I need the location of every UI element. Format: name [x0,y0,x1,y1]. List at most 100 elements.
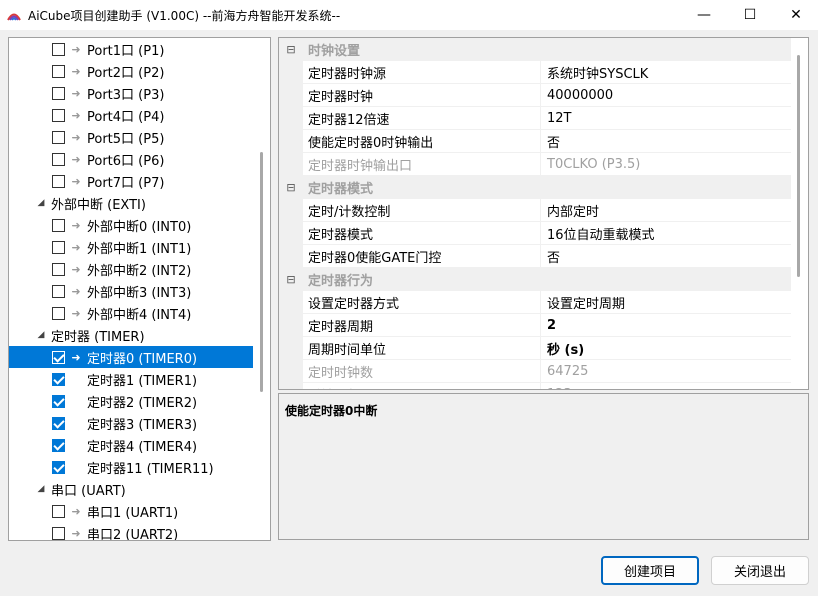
tree-item[interactable]: ➜ Port2口 (P2) [9,60,254,82]
tree-item-label: 定时器1 (TIMER1) [87,373,198,389]
minimize-button[interactable]: — [681,0,727,30]
property-value[interactable]: 16位自动重载模式 [541,222,791,245]
tree-item[interactable]: ◢ 串口 (UART) [9,478,254,500]
checkbox[interactable] [52,152,65,166]
checkbox[interactable] [52,438,65,452]
checkbox[interactable] [52,218,65,232]
tree-item[interactable]: ➜ Port7口 (P7) [9,170,254,192]
property-row[interactable]: 定时器时钟源 系统时钟SYSCLK [279,61,791,84]
property-grid[interactable]: ⊟ 时钟设置 定时器时钟源 系统时钟SYSCLK 定时器时钟 40000000 定时器12倍… [278,37,809,390]
property-row[interactable]: 定时/计数控制 内部定时 [279,199,791,222]
tree-item-label: 外部中断2 (INT2) [87,263,192,279]
property-value[interactable]: 秒 (s) [541,337,791,360]
property-value[interactable]: 40000000 [541,84,791,107]
property-name: 周期时间单位 [303,337,541,360]
property-row[interactable]: 定时器0使能GATE门控否 [279,245,791,268]
property-row[interactable]: 使能定时器0时钟输出否 [279,130,791,153]
close-exit-button[interactable]: 关闭退出 [711,556,809,585]
checkbox[interactable] [52,350,65,364]
checkbox[interactable] [52,64,65,78]
property-row[interactable]: 定时器12倍速 12T [279,107,791,130]
property-scrollbar-thumb[interactable] [797,55,800,277]
tree-item[interactable]: ➜ 外部中断3 (INT3) [9,280,254,302]
checkbox[interactable] [52,130,65,144]
property-value[interactable]: 系统时钟SYSCLK [541,61,791,84]
expand-icon[interactable]: ◢ [35,330,47,340]
property-row[interactable]: 定时器模式 16位自动重载模式 [279,222,791,245]
property-value[interactable]: 内部定时 [541,199,791,222]
property-category[interactable]: ⊟ 定时器模式 [279,176,791,199]
checkbox[interactable] [52,372,65,386]
maximize-button[interactable]: ☐ [727,0,773,30]
property-value[interactable]: 否 [541,130,791,153]
checkbox[interactable] [52,526,65,540]
create-project-button[interactable]: 创建项目 [601,556,699,585]
checkbox[interactable] [52,108,65,122]
collapse-icon[interactable]: ⊟ [279,181,303,194]
tree-item[interactable]: ◢ 外部中断 (EXTI) [9,192,254,214]
checkbox[interactable] [52,460,65,474]
checkbox[interactable] [52,284,65,298]
tree-item-label: 外部中断0 (INT0) [87,219,192,235]
tree-scrollbar-thumb[interactable] [260,152,263,392]
property-row[interactable]: 周期时间单位秒 (s) [279,337,791,360]
checkbox[interactable] [52,174,65,188]
tree-item[interactable]: ➜ 外部中断2 (INT2) [9,258,254,280]
checkbox[interactable] [52,42,65,56]
tree-item[interactable]: ◢ 定时器 (TIMER) [9,324,254,346]
property-row[interactable]: 定时器时钟输出口 T0CLKO (P3.5) [279,153,791,176]
tree-item[interactable]: 定时器4 (TIMER4) [9,434,254,456]
arrow-right-icon: ➜ [71,108,81,122]
tree-item-label: 外部中断3 (INT3) [87,285,192,301]
checkbox[interactable] [52,306,65,320]
expand-icon[interactable]: ◢ [35,198,47,208]
tree-item[interactable]: ➜ Port6口 (P6) [9,148,254,170]
property-row[interactable]: 时钟分频123 [279,383,791,389]
property-value[interactable]: 12T [541,107,791,130]
tree-item[interactable]: ➜ Port4口 (P4) [9,104,254,126]
collapse-icon[interactable]: ⊟ [279,43,303,56]
tree-item[interactable]: 定时器2 (TIMER2) [9,390,254,412]
property-row[interactable]: 定时器时钟 40000000 [279,84,791,107]
property-value[interactable]: 设置定时周期 [541,291,791,314]
property-row[interactable]: 设置定时器方式 设置定时周期 [279,291,791,314]
property-row[interactable]: 定时时钟数 64725 [279,360,791,383]
tree-item[interactable]: ➜ Port5口 (P5) [9,126,254,148]
checkbox[interactable] [52,262,65,276]
tree-item[interactable]: ➜ 串口2 (UART2) [9,522,254,540]
tree-scrollbar[interactable] [253,38,270,540]
tree-item[interactable]: ➜ Port1口 (P1) [9,38,254,60]
checkbox[interactable] [52,416,65,430]
arrow-right-icon: ➜ [71,350,81,364]
tree-item[interactable]: ➜ 外部中断0 (INT0) [9,214,254,236]
tree-item-label: 外部中断 (EXTI) [51,197,146,213]
checkbox[interactable] [52,240,65,254]
tree-item-label: 外部中断1 (INT1) [87,241,192,257]
property-value[interactable]: 否 [541,245,791,268]
property-row[interactable]: 定时器周期 2 [279,314,791,337]
tree-item[interactable]: ➜ 外部中断1 (INT1) [9,236,254,258]
tree-item[interactable]: 定时器3 (TIMER3) [9,412,254,434]
checkbox[interactable] [52,394,65,408]
tree-item[interactable]: ➜ 定时器0 (TIMER0) [9,346,254,368]
tree-item[interactable]: 定时器1 (TIMER1) [9,368,254,390]
property-value[interactable]: 2 [541,314,791,337]
tree-item-label: 串口1 (UART1) [87,505,179,521]
expand-icon[interactable]: ◢ [35,484,47,494]
tree-item[interactable]: 定时器11 (TIMER11) [9,456,254,478]
tree-item-label: 定时器4 (TIMER4) [87,439,198,455]
checkbox[interactable] [52,86,65,100]
property-name: 定时器0使能GATE门控 [303,245,541,268]
property-scrollbar[interactable] [791,38,808,389]
tree-item[interactable]: ➜ 外部中断4 (INT4) [9,302,254,324]
collapse-icon[interactable]: ⊟ [279,273,303,286]
close-button[interactable]: ✕ [773,0,818,30]
maximize-icon: ☐ [743,7,757,23]
property-category[interactable]: ⊟ 时钟设置 [279,38,791,61]
tree-item[interactable]: ➜ Port3口 (P3) [9,82,254,104]
row-margin [279,314,303,337]
property-category[interactable]: ⊟ 定时器行为 [279,268,791,291]
checkbox[interactable] [52,504,65,518]
tree-item[interactable]: ➜ 串口1 (UART1) [9,500,254,522]
peripheral-tree[interactable]: ➜ Port1口 (P1) ➜ Port2口 (P2) ➜ Port3口 (P3) ➜ Por… [8,37,271,541]
